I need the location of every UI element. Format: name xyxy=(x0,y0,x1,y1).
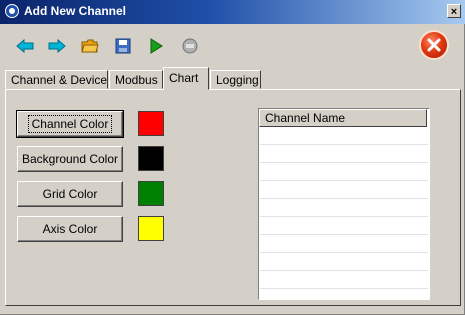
background-color-swatch[interactable] xyxy=(138,146,164,171)
chart-tab-panel: Channel Color Background Color Grid Colo… xyxy=(5,89,461,306)
toolbar xyxy=(0,26,465,66)
list-row[interactable] xyxy=(260,271,428,289)
close-circle-icon[interactable] xyxy=(419,30,449,60)
stop-icon[interactable] xyxy=(180,36,200,56)
list-row[interactable] xyxy=(260,145,428,163)
open-folder-icon[interactable] xyxy=(80,36,100,56)
background-color-button[interactable]: Background Color xyxy=(17,146,123,172)
list-row[interactable] xyxy=(260,253,428,271)
tab-channel-device[interactable]: Channel & Device xyxy=(5,70,108,89)
list-row[interactable] xyxy=(260,217,428,235)
app-icon xyxy=(5,4,19,18)
channel-name-list[interactable]: Channel Name xyxy=(258,108,430,300)
tab-logging[interactable]: Logging xyxy=(210,70,261,89)
axis-color-button[interactable]: Axis Color xyxy=(17,216,123,242)
save-disk-icon[interactable] xyxy=(113,36,133,56)
add-new-channel-window: Add New Channel × Channel & Device Modbu… xyxy=(0,0,465,315)
axis-color-swatch[interactable] xyxy=(138,216,164,241)
play-icon[interactable] xyxy=(146,36,166,56)
channel-name-column-header[interactable]: Channel Name xyxy=(259,109,427,127)
grid-color-button[interactable]: Grid Color xyxy=(17,181,123,207)
grid-color-swatch[interactable] xyxy=(138,181,164,206)
forward-arrow-icon[interactable] xyxy=(47,36,67,56)
list-row[interactable] xyxy=(260,127,428,145)
channel-color-button[interactable]: Channel Color xyxy=(16,110,124,138)
channel-color-swatch[interactable] xyxy=(138,111,164,136)
list-row[interactable] xyxy=(260,163,428,181)
window-title: Add New Channel xyxy=(24,4,127,18)
title-bar[interactable]: Add New Channel × xyxy=(0,0,465,24)
title-close-button[interactable]: × xyxy=(447,4,461,18)
list-row[interactable] xyxy=(260,181,428,199)
tab-chart[interactable]: Chart xyxy=(163,67,209,90)
list-row[interactable] xyxy=(260,235,428,253)
back-arrow-icon[interactable] xyxy=(15,36,35,56)
list-row[interactable] xyxy=(260,199,428,217)
tab-modbus[interactable]: Modbus xyxy=(109,70,163,89)
